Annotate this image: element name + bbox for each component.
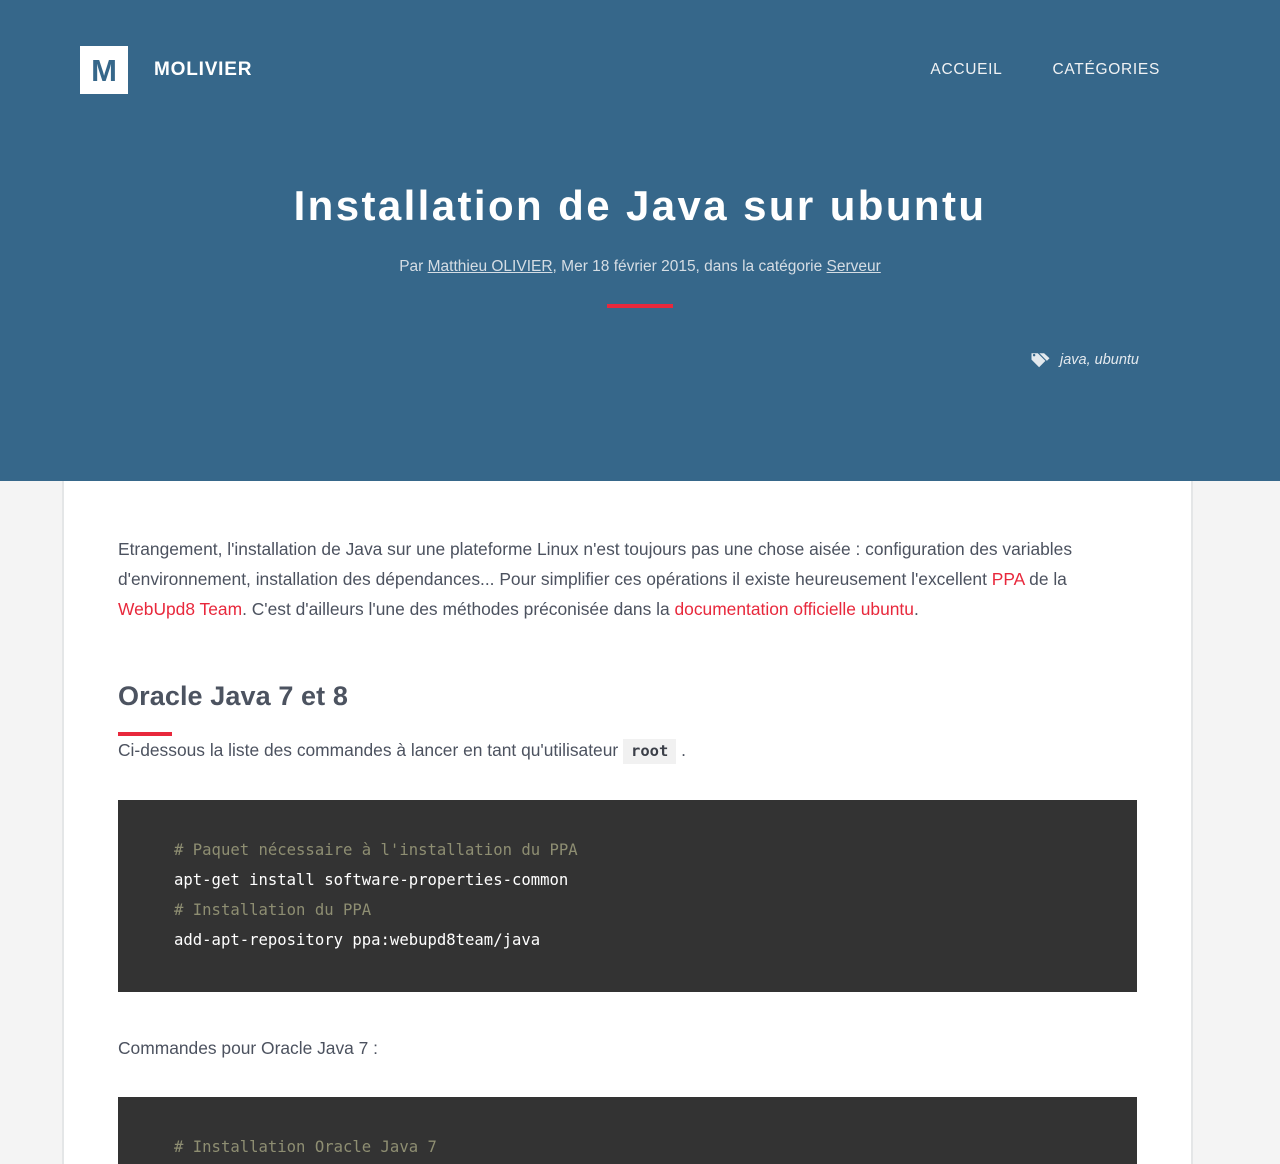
lead-text-2: . — [676, 739, 687, 760]
nav-item-categories[interactable]: CATÉGORIES — [1053, 61, 1160, 79]
code-line-2: apt-get install software-properties-comm… — [174, 870, 569, 889]
article-intro-paragraph: Etrangement, l'installation de Java sur … — [118, 535, 1137, 625]
tags-label[interactable]: java, ubuntu — [1060, 352, 1139, 368]
lead-text-1: Ci-dessous la liste des commandes à lanc… — [118, 739, 624, 760]
code-comment-line-1: # Paquet nécessaire à l'installation du … — [174, 840, 578, 859]
brand-name[interactable]: MOLIVIER — [154, 59, 252, 81]
hero-divider — [607, 304, 673, 309]
page-body: Etrangement, l'installation de Java sur … — [0, 481, 1280, 1164]
intro-text-1: Etrangement, l'installation de Java sur … — [118, 539, 1073, 589]
tags-icon — [1031, 352, 1050, 368]
code-line-4: add-apt-repository ppa:webupd8team/java — [174, 930, 541, 949]
post-meta-prefix: Par — [399, 258, 428, 276]
article-container: Etrangement, l'installation de Java sur … — [62, 481, 1193, 1164]
hero-content: Installation de Java sur ubuntu Par Matt… — [0, 182, 1280, 309]
caption-oracle-java-7: Commandes pour Oracle Java 7 : — [118, 1037, 379, 1058]
page-title: Installation de Java sur ubuntu — [293, 182, 987, 229]
section-heading-oracle-java: Oracle Java 7 et 8 — [118, 680, 348, 711]
nav-item-accueil[interactable]: ACCUEIL — [930, 61, 1002, 79]
main-nav: ACCUEIL CATÉGORIES — [930, 61, 1160, 79]
lead-paragraph: Ci-dessous la liste des commandes à lanc… — [118, 736, 1137, 766]
site-header: M MOLIVIER ACCUEIL CATÉGORIES Installati… — [0, 0, 1280, 481]
link-documentation-officielle-ubuntu[interactable]: documentation officielle ubuntu — [674, 599, 913, 619]
brand-logo-group[interactable]: M MOLIVIER — [80, 46, 252, 94]
post-meta-middle: , Mer 18 février 2015, dans la catégorie — [552, 258, 827, 276]
intro-text-4: . — [913, 598, 919, 619]
code-block-ppa-install[interactable]: # Paquet nécessaire à l'installation du … — [118, 799, 1137, 992]
code-comment-line-3: # Installation du PPA — [174, 900, 372, 919]
post-author-link[interactable]: Matthieu OLIVIER — [428, 258, 553, 275]
post-meta: Par Matthieu OLIVIER, Mer 18 février 201… — [60, 258, 1220, 276]
intro-text-3: . C'est d'ailleurs l'une des méthodes pr… — [242, 598, 675, 619]
code-block-oracle-java-7[interactable]: # Installation Oracle Java 7 — [118, 1097, 1137, 1164]
intro-text-2: de la — [1024, 568, 1067, 589]
top-navigation-bar: M MOLIVIER ACCUEIL CATÉGORIES — [0, 0, 1280, 140]
logo-mark[interactable]: M — [80, 46, 128, 94]
link-webupd8-team[interactable]: WebUpd8 Team — [118, 599, 242, 619]
code-comment-java7: # Installation Oracle Java 7 — [174, 1138, 437, 1157]
link-ppa[interactable]: PPA — [992, 569, 1025, 589]
post-category-link[interactable]: Serveur — [827, 258, 881, 275]
inline-code-root: root — [623, 738, 677, 764]
post-tags: java, ubuntu — [1031, 352, 1139, 368]
